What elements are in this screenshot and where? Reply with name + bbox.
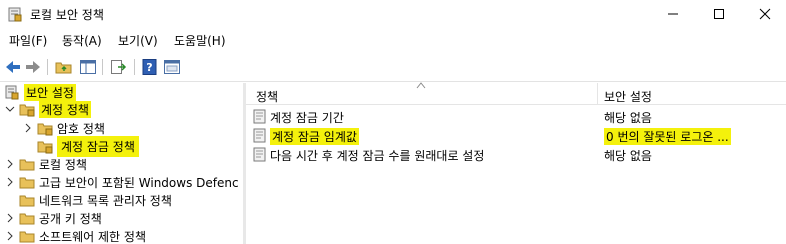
tree-item-label: 계정 잠금 정책 — [57, 135, 139, 157]
minimize-icon — [668, 13, 678, 15]
policy-row[interactable]: 다음 시간 후 계정 잠금 수를 원래대로 설정 해당 없음 — [246, 145, 786, 164]
tree-item-label: 보안 설정 — [24, 83, 76, 101]
tree-item-label: 공개 키 정책 — [39, 211, 102, 226]
tree-item-network-list-manager[interactable]: 네트워크 목록 관리자 정책 — [19, 191, 172, 209]
policy-value: 해당 없음 — [604, 149, 652, 163]
menu-bar: 파일(F) 동작(A) 보기(V) 도움말(H) — [0, 28, 786, 52]
policy-row[interactable]: 계정 잠금 임계값 0 번의 잘못된 로그온 ... — [246, 126, 786, 145]
chevron-right-icon[interactable] — [4, 212, 16, 224]
tree-item-label: 계정 정책 — [39, 100, 91, 118]
minimize-button[interactable] — [650, 0, 696, 28]
export-list-icon[interactable] — [109, 58, 127, 76]
security-settings-icon — [5, 85, 19, 100]
menu-file[interactable]: 파일(F) — [9, 32, 47, 49]
close-icon — [759, 8, 771, 20]
policy-value: 0 번의 잘못된 로그온 ... — [604, 128, 731, 145]
policy-setting-icon — [253, 147, 266, 162]
policy-name: 계정 잠금 기간 — [270, 111, 344, 125]
chevron-right-icon[interactable] — [4, 230, 16, 242]
tree-item-public-key-policies[interactable]: 공개 키 정책 — [4, 209, 102, 227]
window-title: 로컬 보안 정책 — [30, 8, 104, 22]
toolbar: ? — [0, 52, 786, 82]
tree-pane: 보안 설정 계정 정책 암호 정책 계정 잠금 정책 로컬 정책 고급 보안이 … — [0, 83, 243, 244]
tree-item-label: 네트워크 목록 관리자 정책 — [39, 193, 172, 208]
help-icon[interactable]: ? — [141, 58, 159, 76]
chevron-right-icon[interactable] — [22, 122, 34, 134]
locked-folder-icon — [37, 141, 53, 154]
policy-list-pane: 정책 보안 설정 계정 잠금 기간 해당 없음 계정 잠금 임계값 0 번의 잘… — [246, 82, 786, 244]
toolbar-separator — [102, 59, 103, 75]
chevron-right-icon[interactable] — [4, 176, 16, 188]
folder-icon — [19, 177, 35, 189]
forward-arrow-icon[interactable] — [24, 58, 42, 76]
column-header-security-setting[interactable]: 보안 설정 — [604, 88, 652, 105]
tree-item-account-lockout-policy[interactable]: 계정 잠금 정책 — [37, 135, 139, 157]
chevron-down-icon[interactable] — [4, 103, 16, 115]
sort-ascending-icon — [416, 82, 426, 89]
up-folder-icon[interactable] — [55, 58, 73, 76]
policy-setting-icon — [253, 128, 266, 143]
svg-text:?: ? — [146, 61, 152, 74]
tree-item-advanced-firewall[interactable]: 고급 보안이 포함된 Windows Defenc — [4, 173, 239, 191]
tree-item-local-policies[interactable]: 로컬 정책 — [4, 155, 87, 173]
close-button[interactable] — [742, 0, 786, 28]
back-arrow-icon[interactable] — [4, 58, 22, 76]
policy-name: 다음 시간 후 계정 잠금 수를 원래대로 설정 — [270, 149, 485, 163]
policy-name: 계정 잠금 임계값 — [270, 128, 359, 145]
tree-item-label: 암호 정책 — [57, 121, 105, 136]
column-divider[interactable] — [597, 83, 598, 105]
folder-icon — [19, 159, 35, 171]
tree-item-security-settings[interactable]: 보안 설정 — [4, 83, 76, 101]
show-hide-tree-icon[interactable] — [79, 58, 97, 76]
policy-row[interactable]: 계정 잠금 기간 해당 없음 — [246, 107, 786, 126]
chevron-right-icon[interactable] — [4, 158, 16, 170]
folder-icon — [19, 195, 35, 207]
title-bar: 로컬 보안 정책 — [0, 0, 786, 28]
folder-icon — [19, 213, 35, 225]
locked-folder-icon — [37, 123, 53, 136]
folder-icon — [19, 231, 35, 243]
tree-item-label: 로컬 정책 — [39, 157, 87, 172]
policy-value: 해당 없음 — [604, 111, 652, 125]
policy-setting-icon — [253, 109, 266, 124]
tree-item-account-policies[interactable]: 계정 정책 — [4, 100, 91, 118]
toolbar-separator — [47, 59, 48, 75]
column-header-policy[interactable]: 정책 — [256, 88, 278, 105]
maximize-icon — [714, 9, 724, 19]
maximize-button[interactable] — [696, 0, 742, 28]
tree-item-software-restriction[interactable]: 소프트웨어 제한 정책 — [4, 227, 146, 244]
security-policy-icon — [8, 7, 22, 22]
menu-view[interactable]: 보기(V) — [118, 32, 158, 49]
toolbar-separator — [134, 59, 135, 75]
locked-folder-icon — [19, 104, 35, 117]
menu-help[interactable]: 도움말(H) — [174, 32, 226, 49]
tree-item-label: 고급 보안이 포함된 Windows Defenc — [39, 175, 239, 190]
column-header: 정책 보안 설정 — [246, 82, 786, 105]
properties-icon[interactable] — [163, 58, 181, 76]
tree-item-label: 소프트웨어 제한 정책 — [39, 229, 146, 244]
menu-action[interactable]: 동작(A) — [62, 32, 102, 49]
